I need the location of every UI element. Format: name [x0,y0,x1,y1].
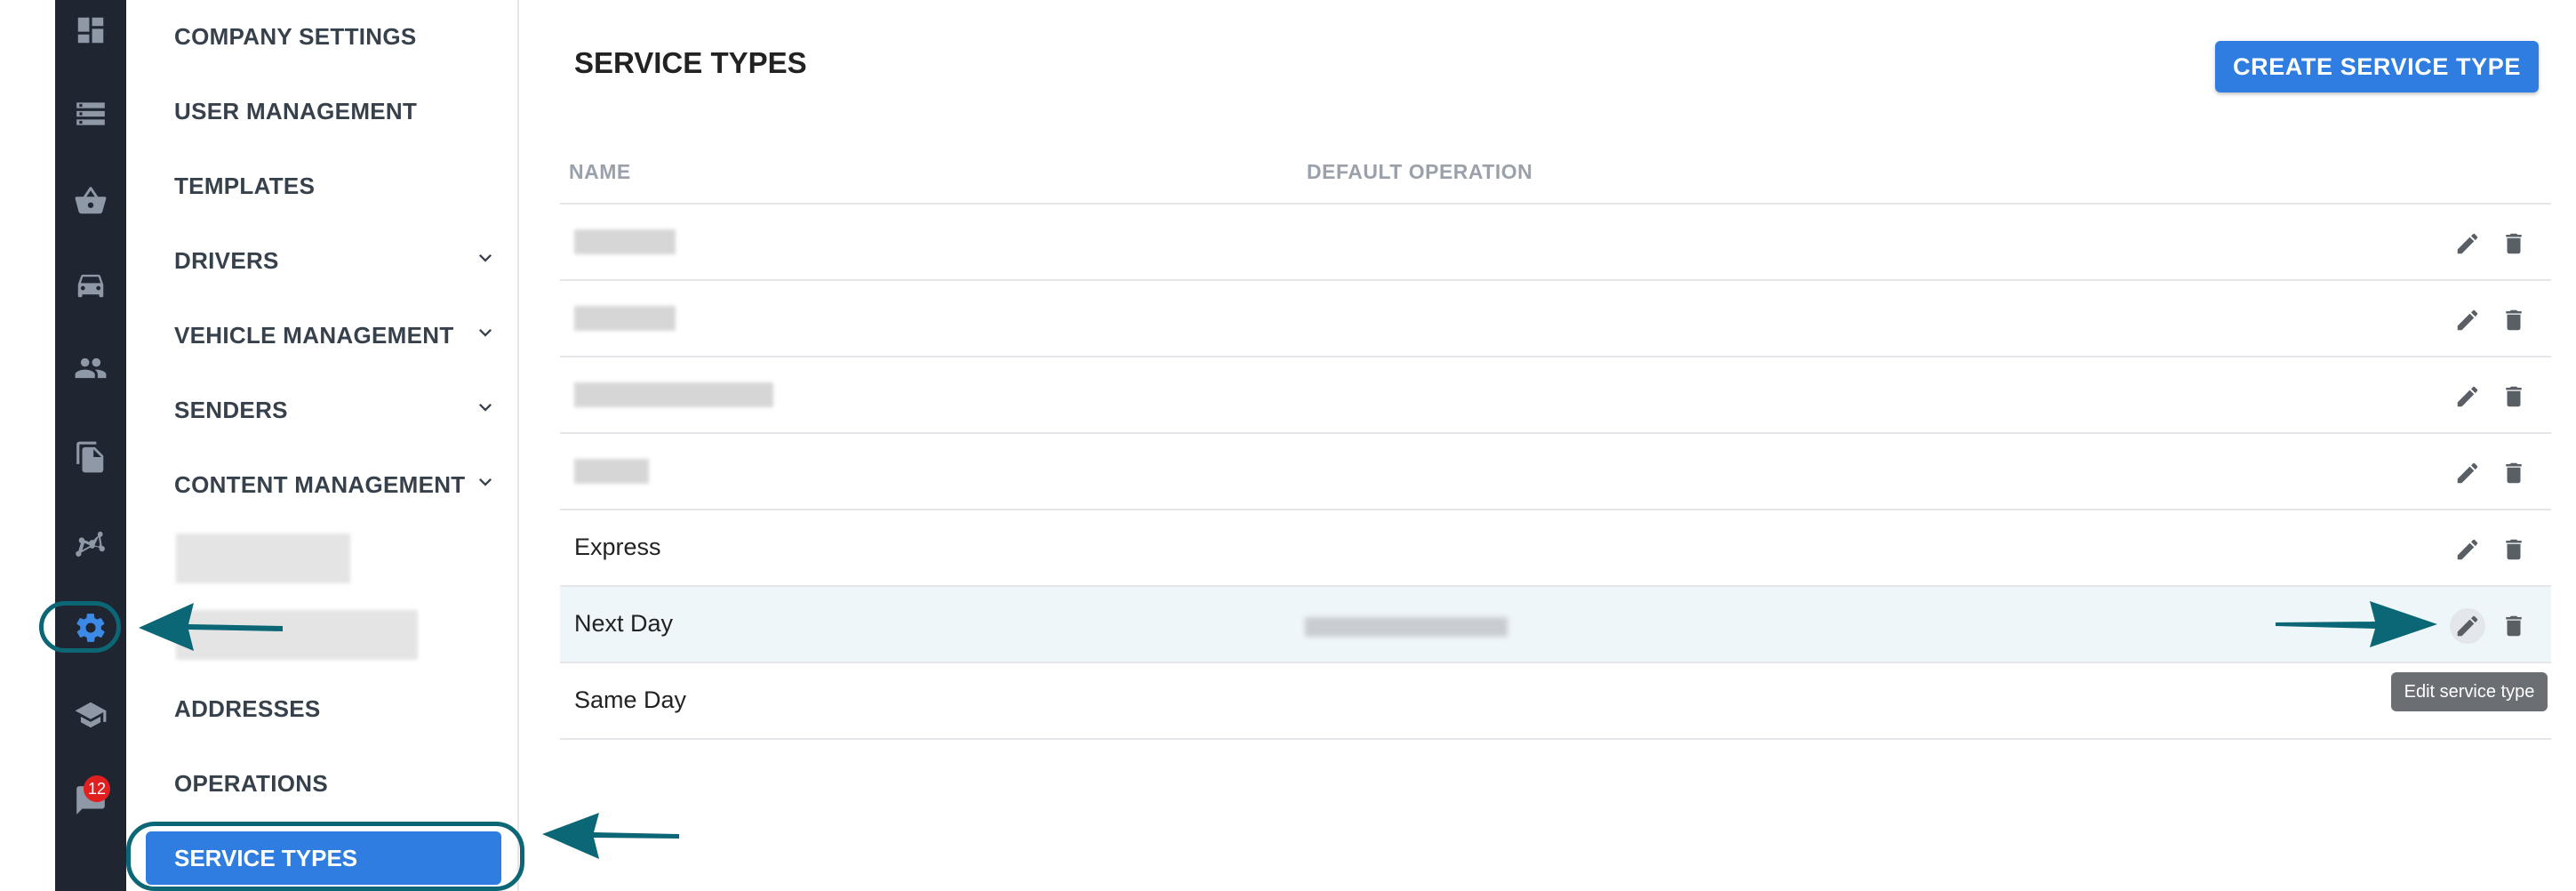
edit-icon[interactable] [2450,302,2485,338]
menu-item-templates[interactable]: TEMPLATES [174,173,315,200]
chevron-down-icon[interactable] [473,395,498,420]
menu-item-content-management[interactable]: CONTENT MANAGEMENT [174,471,466,499]
chevron-down-icon[interactable] [473,470,498,494]
documents-icon[interactable] [55,430,126,484]
map-route-icon[interactable] [55,518,126,571]
table-row[interactable]: Same Day [560,662,2551,738]
people-icon[interactable] [55,341,126,395]
page-title: SERVICE TYPES [574,46,807,79]
menu-item-vehicle-management[interactable]: VEHICLE MANAGEMENT [174,322,454,349]
chat-badge: 12 [84,775,110,802]
redacted-name [574,306,676,331]
table-row[interactable]: Next Day [560,585,2551,662]
redacted-default-operation [1305,617,1508,637]
column-header-name[interactable]: NAME [569,160,631,184]
menu-item-company-settings[interactable]: COMPANY SETTINGS [174,23,417,51]
delete-icon[interactable] [2496,302,2532,338]
redacted-name [574,459,649,484]
redacted-menu-item[interactable] [176,534,350,583]
delete-icon[interactable] [2496,455,2532,491]
edit-icon[interactable] [2450,379,2485,414]
menu-item-senders[interactable]: SENDERS [174,397,288,424]
menu-item-drivers[interactable]: DRIVERS [174,247,279,275]
chevron-down-icon[interactable] [473,320,498,345]
edit-icon[interactable] [2450,532,2485,567]
menu-item-operations[interactable]: OPERATIONS [174,770,328,798]
service-type-name: Next Day [574,610,674,637]
redacted-name [574,229,676,254]
delete-icon[interactable] [2496,226,2532,261]
table-row[interactable] [560,356,2551,432]
tooltip-edit-service-type: Edit service type [2391,672,2548,711]
table-row[interactable] [560,279,2551,356]
annotation-ring-gear [39,601,121,653]
table-row[interactable]: Express [560,509,2551,585]
car-icon[interactable] [55,258,126,311]
table-bottom-border [560,738,2551,740]
annotation-arrow-icon [2276,601,2437,647]
storage-icon[interactable] [55,87,126,140]
service-type-name: Express [574,534,661,560]
menu-item-addresses[interactable]: ADDRESSES [174,695,321,723]
annotation-arrow-icon [542,813,679,859]
basket-icon[interactable] [55,174,126,228]
edit-icon[interactable] [2450,455,2485,491]
delete-icon[interactable] [2496,379,2532,414]
school-icon[interactable] [55,688,126,742]
delete-icon[interactable] [2496,532,2532,567]
column-header-default-operation[interactable]: DEFAULT OPERATION [1307,160,1532,184]
dashboard-icon[interactable] [55,4,126,57]
redacted-name [574,382,773,407]
delete-icon[interactable] [2496,608,2532,644]
service-type-name: Same Day [574,686,687,713]
edit-icon[interactable] [2450,608,2485,644]
create-service-type-button[interactable]: CREATE SERVICE TYPE [2215,41,2539,92]
edit-icon[interactable] [2450,226,2485,261]
annotation-arrow-icon [139,603,283,651]
settings-menu: COMPANY SETTINGS USER MANAGEMENT TEMPLAT… [126,0,519,891]
table-row[interactable] [560,432,2551,509]
menu-item-user-management[interactable]: USER MANAGEMENT [174,98,417,125]
table-row[interactable] [560,203,2551,279]
chevron-down-icon[interactable] [473,245,498,270]
icon-rail [55,0,126,891]
annotation-ring-menu [126,822,524,891]
